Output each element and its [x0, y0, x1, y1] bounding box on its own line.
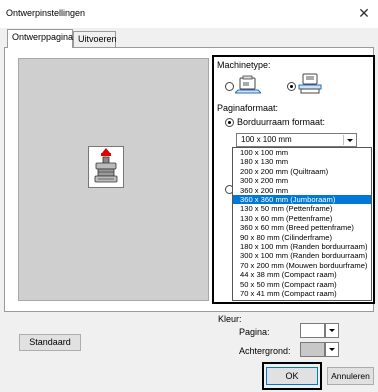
cancel-button[interactable]: Annuleren [327, 367, 374, 385]
page-color-label: Pagina: [239, 327, 270, 337]
tab-uitvoeren[interactable]: Uitvoeren [73, 31, 117, 48]
highlight-frame [212, 55, 375, 304]
embroidery-hoop-icon [88, 146, 124, 188]
background-color-dropdown[interactable] [325, 342, 339, 357]
tab-label: Uitvoeren [78, 34, 117, 44]
background-color-label: Achtergrond: [239, 346, 291, 356]
chevron-down-icon[interactable] [326, 325, 337, 335]
window-title: Ontwerpinstellingen [6, 8, 86, 18]
chevron-down-icon[interactable] [326, 344, 337, 354]
tab-ontwerppagina[interactable]: Ontwerppagina [7, 29, 73, 48]
default-button[interactable]: Standaard [19, 334, 81, 351]
background-color-swatch[interactable] [300, 342, 325, 357]
tab-label: Ontwerppagina [12, 32, 74, 42]
color-label: Kleur: [218, 314, 242, 324]
page-color-dropdown[interactable] [325, 323, 339, 338]
close-icon[interactable]: ✕ [356, 5, 372, 21]
ok-button[interactable]: OK [266, 367, 318, 385]
page-color-swatch[interactable] [300, 323, 325, 338]
